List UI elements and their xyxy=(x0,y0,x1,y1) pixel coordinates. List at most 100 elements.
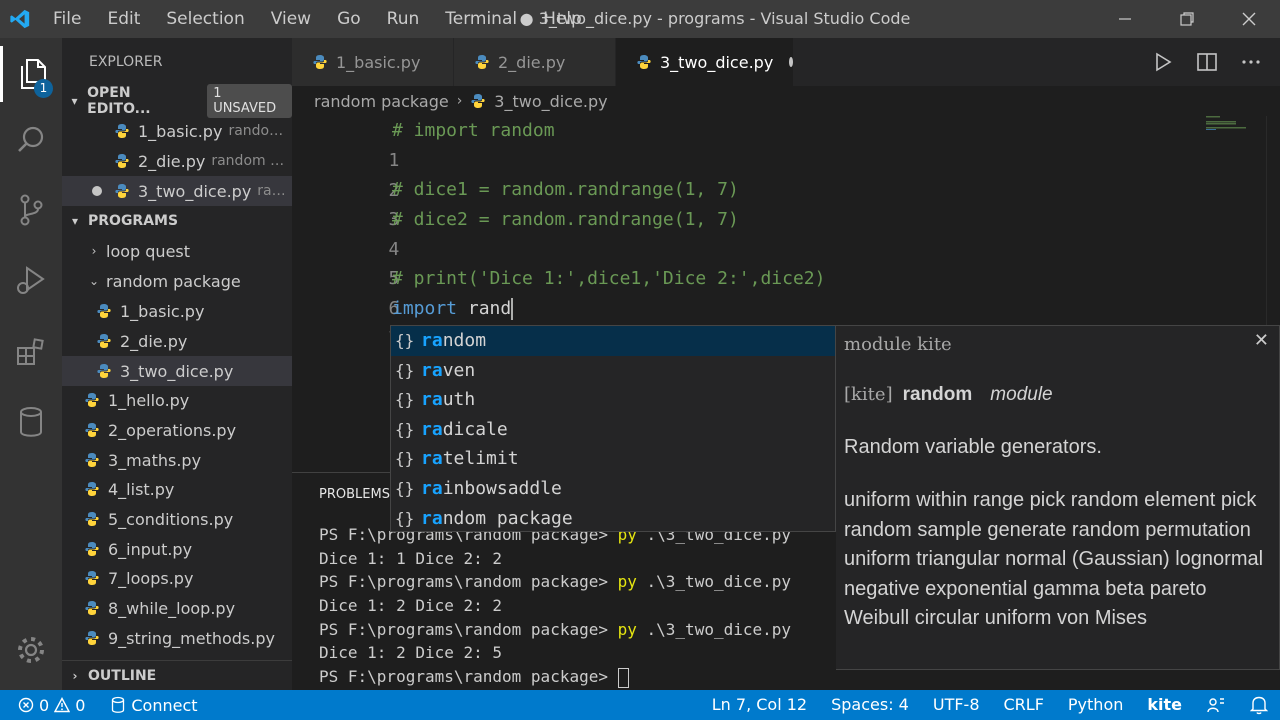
unsaved-dot-icon[interactable] xyxy=(789,57,793,67)
tab-problems[interactable]: PROBLEMS xyxy=(319,487,390,502)
run-debug-activity[interactable] xyxy=(0,252,62,308)
menu-file[interactable]: File xyxy=(40,0,94,38)
python-file-icon xyxy=(85,631,99,645)
encoding[interactable]: UTF-8 xyxy=(921,690,992,720)
module-icon: {} xyxy=(395,420,415,439)
line-ending[interactable]: CRLF xyxy=(992,690,1056,720)
file-item[interactable]: 1_basic.py xyxy=(62,296,292,326)
folder-random-package[interactable]: ⌄ random package xyxy=(62,266,292,296)
menu-go[interactable]: Go xyxy=(324,0,374,38)
terminal-arg: .\3_two_dice.py xyxy=(636,572,792,591)
tab-1-basic[interactable]: 1_basic.py xyxy=(292,38,454,86)
notifications-button[interactable] xyxy=(1238,695,1280,715)
suggestion-match: ra xyxy=(421,448,443,469)
suggestion-item[interactable]: {} ra inbowsaddle xyxy=(391,474,835,504)
file-item[interactable]: 1_hello.py xyxy=(62,385,292,415)
run-icon[interactable] xyxy=(1152,51,1174,73)
minimap[interactable] xyxy=(1206,116,1266,130)
python-file-icon xyxy=(115,124,129,138)
terminal-line: Dice 1: 1 Dice 2: 2 xyxy=(319,549,503,568)
module-icon: {} xyxy=(395,509,415,528)
tab-2-die[interactable]: 2_die.py xyxy=(454,38,616,86)
open-editors-header[interactable]: ▾ OPEN EDITO... 1 UNSAVED xyxy=(62,84,292,118)
suggestion-item[interactable]: {} ra dicale xyxy=(391,415,835,445)
python-file-icon xyxy=(85,512,99,526)
menu-help[interactable]: Help xyxy=(530,0,595,38)
python-file-icon xyxy=(475,55,489,69)
feedback-button[interactable] xyxy=(1194,695,1238,715)
breadcrumb-folder[interactable]: random package xyxy=(314,92,449,111)
suggestion-item[interactable]: {} ra ven xyxy=(391,356,835,386)
suggestion-item[interactable]: {} ra telimit xyxy=(391,444,835,474)
settings-activity[interactable] xyxy=(0,622,62,678)
database-activity[interactable] xyxy=(0,394,62,450)
feedback-icon xyxy=(1207,698,1224,713)
menu-view[interactable]: View xyxy=(258,0,324,38)
python-file-icon xyxy=(115,154,129,168)
file-name: 1_hello.py xyxy=(108,390,190,410)
suggestion-item[interactable]: {} ra ndom package xyxy=(391,504,835,534)
python-file-icon xyxy=(85,482,99,496)
file-item[interactable]: 8_while_loop.py xyxy=(62,593,292,623)
suggestion-item[interactable]: {} ra uth xyxy=(391,385,835,415)
code-text: # dice1 = random.randrange(1, 7) xyxy=(392,179,739,200)
menu-selection[interactable]: Selection xyxy=(153,0,257,38)
suggestion-item[interactable]: {} ra ndom xyxy=(391,326,835,356)
programs-header[interactable]: ▾ PROGRAMS xyxy=(62,206,292,236)
breadcrumb-file[interactable]: 3_two_dice.py xyxy=(494,92,607,111)
unsaved-dot-icon[interactable] xyxy=(92,186,102,196)
tab-3-two-dice[interactable]: 3_two_dice.py xyxy=(616,38,794,86)
language-mode[interactable]: Python xyxy=(1056,690,1135,720)
file-item[interactable]: 7_loops.py xyxy=(62,563,292,593)
tab-label: 2_die.py xyxy=(498,52,566,72)
file-item[interactable]: 2_die.py xyxy=(62,326,292,356)
open-editor-desc: random... xyxy=(228,123,292,139)
open-editor-desc: random p... xyxy=(211,153,292,169)
restore-button[interactable] xyxy=(1156,0,1218,38)
file-item[interactable]: 2_operations.py xyxy=(62,415,292,445)
file-item[interactable]: 9_string_methods.py xyxy=(62,623,292,653)
minimize-button[interactable] xyxy=(1094,0,1156,38)
file-name: 8_while_loop.py xyxy=(108,598,236,618)
outline-header[interactable]: › OUTLINE xyxy=(62,660,292,690)
source-control-activity[interactable] xyxy=(0,182,62,238)
split-editor-icon[interactable] xyxy=(1196,51,1218,73)
file-name: 9_string_methods.py xyxy=(108,628,275,648)
chevron-right-icon: › xyxy=(91,244,97,258)
breadcrumb: random package › 3_two_dice.py xyxy=(292,86,1280,116)
title-bar: File Edit Selection View Go Run Terminal… xyxy=(0,0,1280,38)
terminal-arg: .\3_two_dice.py xyxy=(636,620,792,639)
chevron-right-icon: › xyxy=(456,93,463,109)
cursor-position[interactable]: Ln 7, Col 12 xyxy=(700,690,819,720)
file-item[interactable]: 5_conditions.py xyxy=(62,504,292,534)
programs-label: PROGRAMS xyxy=(88,213,179,229)
source-control-icon xyxy=(20,194,43,226)
problems-indicator[interactable]: 0 0 xyxy=(18,696,85,715)
more-icon[interactable] xyxy=(1240,51,1262,73)
file-item[interactable]: 3_maths.py xyxy=(62,445,292,475)
suggestion-match: ra xyxy=(421,478,443,499)
close-icon[interactable]: ✕ xyxy=(1254,330,1269,351)
menu-run[interactable]: Run xyxy=(374,0,433,38)
open-editor-item-active[interactable]: 3_two_dice.py ran... xyxy=(62,176,292,206)
terminal-command: py xyxy=(617,572,637,591)
extensions-activity[interactable] xyxy=(0,324,62,380)
python-file-icon xyxy=(85,542,99,556)
menu-terminal[interactable]: Terminal xyxy=(432,0,530,38)
folder-loop-quest[interactable]: › loop quest xyxy=(62,236,292,266)
file-item[interactable]: 6_input.py xyxy=(62,534,292,564)
close-button[interactable] xyxy=(1218,0,1280,38)
explorer-activity[interactable]: 1 xyxy=(0,46,62,102)
kite-status[interactable]: kite xyxy=(1135,690,1194,720)
file-item[interactable]: 4_list.py xyxy=(62,474,292,504)
open-editor-item[interactable]: 1_basic.py random... xyxy=(62,116,292,146)
suggestion-match: ra xyxy=(421,508,443,529)
open-editor-item[interactable]: 2_die.py random p... xyxy=(62,146,292,176)
details-kind: module xyxy=(990,384,1053,405)
search-activity[interactable] xyxy=(0,112,62,168)
menu-edit[interactable]: Edit xyxy=(94,0,153,38)
file-item-selected[interactable]: 3_two_dice.py xyxy=(62,356,292,386)
indentation[interactable]: Spaces: 4 xyxy=(819,690,921,720)
connect-button[interactable]: Connect xyxy=(111,696,198,715)
suggestion-rest: inbowsaddle xyxy=(442,478,562,499)
